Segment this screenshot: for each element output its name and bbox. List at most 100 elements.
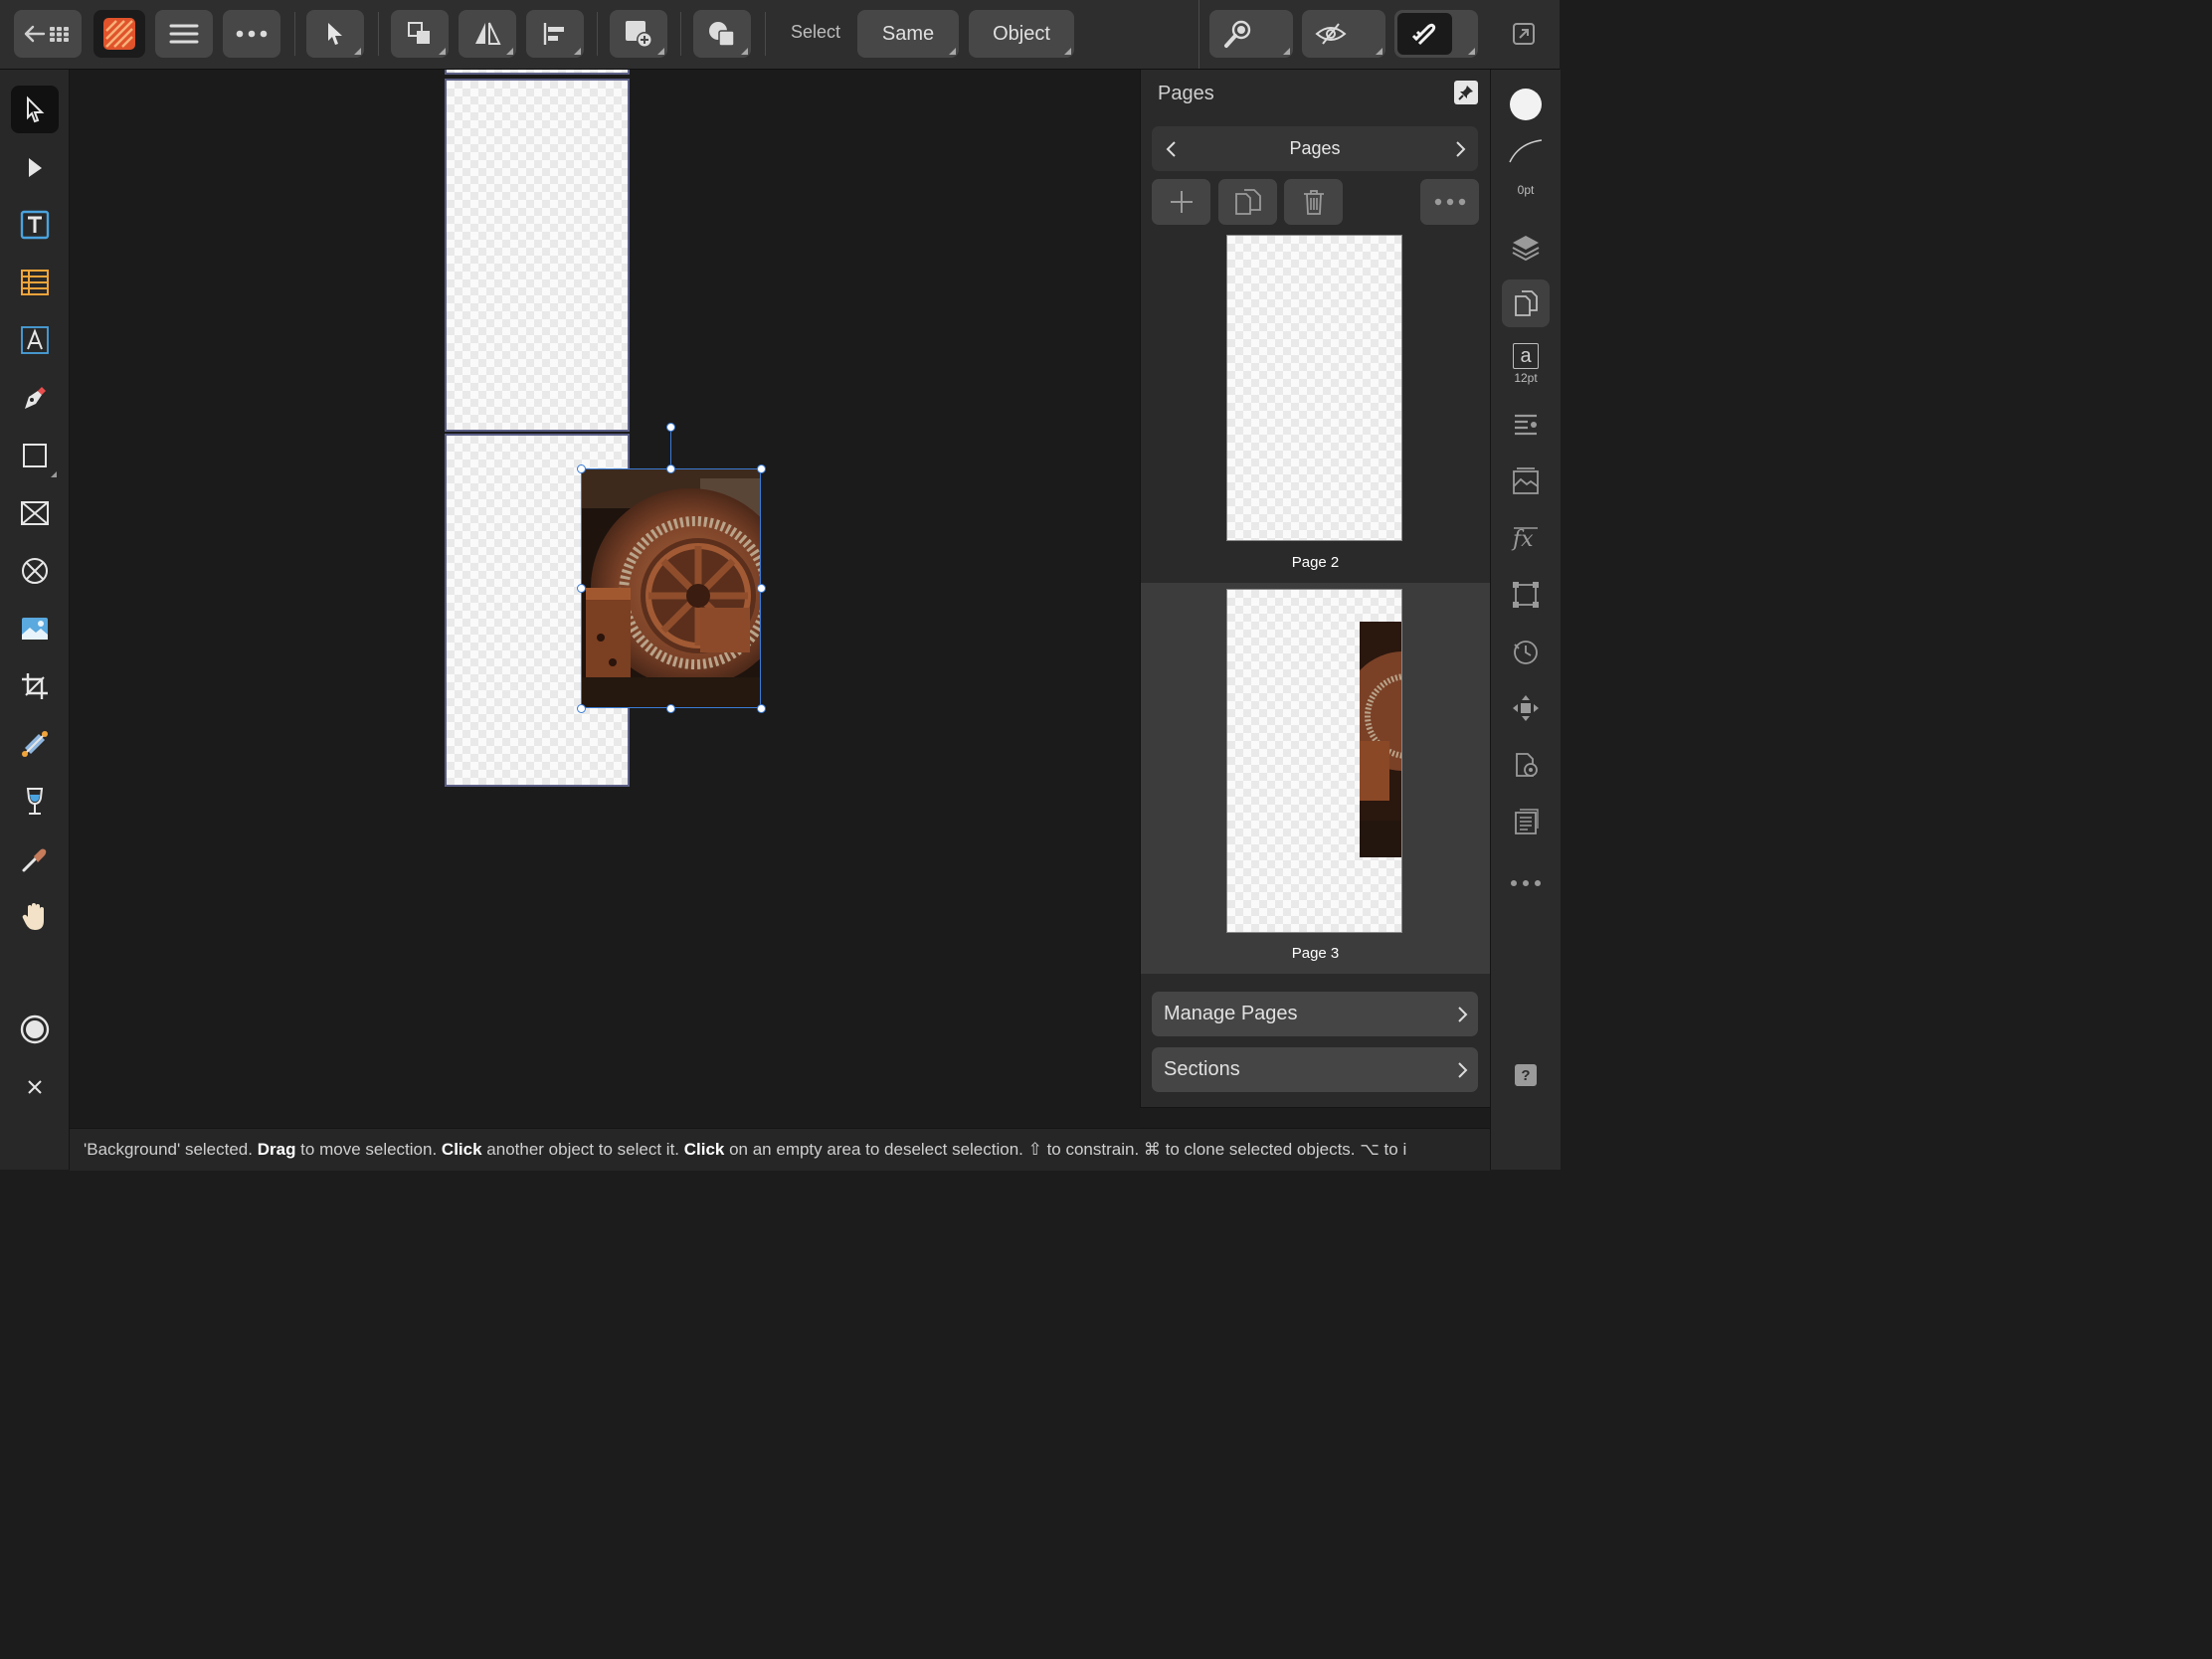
resize-handle-left[interactable] bbox=[577, 584, 586, 593]
vector-crop-tool[interactable] bbox=[11, 662, 59, 710]
artistic-text-tool[interactable] bbox=[11, 316, 59, 364]
document-canvas[interactable] bbox=[70, 70, 1140, 1127]
layers-studio-button[interactable] bbox=[1502, 223, 1550, 271]
transparency-tool[interactable] bbox=[11, 778, 59, 826]
chevron-right-icon[interactable] bbox=[1450, 139, 1470, 159]
rotation-stem bbox=[670, 430, 672, 469]
resize-handle-bottom[interactable] bbox=[666, 704, 675, 713]
rotation-handle[interactable] bbox=[666, 423, 675, 432]
zoom-icon bbox=[1224, 20, 1251, 48]
status-keyword-click: Click bbox=[441, 1140, 482, 1159]
menu-button[interactable] bbox=[155, 10, 213, 58]
snapping-button[interactable] bbox=[1394, 10, 1478, 58]
manage-pages-button[interactable]: Manage Pages bbox=[1152, 992, 1478, 1036]
toolbar-divider bbox=[765, 12, 766, 56]
toolbar-divider bbox=[1198, 0, 1199, 69]
navigator-studio-button[interactable] bbox=[1502, 684, 1550, 732]
color-button[interactable] bbox=[11, 1006, 59, 1053]
view-tool[interactable] bbox=[11, 893, 59, 941]
select-object-button[interactable]: Object bbox=[969, 10, 1074, 58]
move-tool[interactable] bbox=[11, 86, 59, 133]
status-keyword-drag: Drag bbox=[257, 1140, 296, 1159]
page-thumbnail-label: Page 3 bbox=[1291, 945, 1340, 962]
boolean-button[interactable] bbox=[693, 10, 751, 58]
page-2-canvas[interactable] bbox=[445, 79, 630, 432]
flip-button[interactable] bbox=[459, 10, 516, 58]
text-frame-icon bbox=[1515, 809, 1539, 834]
fullscreen-button[interactable] bbox=[1500, 10, 1548, 58]
status-text-1: 'Background' selected. bbox=[84, 1140, 258, 1159]
app-persona-button[interactable] bbox=[93, 10, 145, 58]
more-studios-button[interactable] bbox=[1502, 859, 1550, 907]
place-image-tool[interactable] bbox=[11, 605, 59, 652]
pages-studio-button[interactable] bbox=[1502, 279, 1550, 327]
color-picker-tool[interactable] bbox=[11, 835, 59, 883]
page-1-edge[interactable] bbox=[445, 70, 630, 75]
add-page-button[interactable] bbox=[1152, 179, 1210, 225]
resize-handle-bottom-left[interactable] bbox=[577, 704, 586, 713]
manage-pages-label: Manage Pages bbox=[1164, 1003, 1298, 1024]
resource-manager-button[interactable] bbox=[1502, 741, 1550, 789]
color-wheel-icon bbox=[20, 1014, 50, 1044]
fill-tool[interactable] bbox=[11, 720, 59, 768]
help-button[interactable]: ? bbox=[1502, 1051, 1550, 1099]
image-icon bbox=[22, 618, 48, 640]
thumbnail-image bbox=[1360, 622, 1401, 857]
stroke-button[interactable] bbox=[1502, 131, 1550, 171]
pointer-icon bbox=[27, 95, 45, 123]
move-tool-options-button[interactable] bbox=[306, 10, 364, 58]
page-options-button[interactable] bbox=[1420, 179, 1479, 225]
align-button[interactable] bbox=[526, 10, 584, 58]
text-styles-studio-button[interactable] bbox=[1502, 458, 1550, 505]
sections-button[interactable]: Sections bbox=[1152, 1047, 1478, 1092]
pin-panel-button[interactable] bbox=[1454, 81, 1478, 104]
resize-handle-right[interactable] bbox=[757, 584, 766, 593]
fill-color-swatch[interactable] bbox=[1502, 81, 1550, 128]
effects-studio-button[interactable]: fx bbox=[1502, 514, 1550, 562]
back-arrow-icon bbox=[24, 25, 69, 43]
node-tool[interactable] bbox=[11, 143, 59, 191]
duplicate-page-button[interactable] bbox=[1218, 179, 1277, 225]
picture-frame-icon bbox=[21, 501, 49, 525]
more-options-button[interactable] bbox=[223, 10, 280, 58]
back-to-documents-button[interactable] bbox=[14, 10, 82, 58]
zoom-button[interactable] bbox=[1209, 10, 1293, 58]
rectangle-tool[interactable] bbox=[11, 432, 59, 479]
resize-handle-top[interactable] bbox=[666, 464, 675, 473]
boolean-icon bbox=[709, 22, 735, 47]
paragraph-studio-button[interactable] bbox=[1502, 401, 1550, 449]
menu-icon bbox=[169, 24, 199, 44]
insert-page-icon bbox=[626, 21, 652, 48]
status-text-3: another object to select it. bbox=[481, 1140, 684, 1159]
toolbar-divider bbox=[294, 12, 295, 56]
delete-page-button[interactable] bbox=[1284, 179, 1343, 225]
page-3-thumbnail bbox=[1226, 589, 1402, 933]
resize-handle-top-left[interactable] bbox=[577, 464, 586, 473]
pen-tool[interactable] bbox=[11, 374, 59, 422]
text-frame-studio-button[interactable] bbox=[1502, 798, 1550, 845]
view-mode-button[interactable] bbox=[1302, 10, 1385, 58]
resize-handle-top-right[interactable] bbox=[757, 464, 766, 473]
table-tool[interactable] bbox=[11, 259, 59, 306]
frame-text-tool[interactable] bbox=[11, 201, 59, 249]
node-pointer-icon bbox=[29, 158, 42, 177]
select-same-button[interactable]: Same bbox=[857, 10, 959, 58]
ellipse-frame-tool[interactable] bbox=[11, 547, 59, 595]
insert-page-button[interactable] bbox=[610, 10, 667, 58]
character-studio-button[interactable]: a bbox=[1502, 336, 1550, 376]
eyedropper-icon bbox=[22, 848, 47, 872]
close-context-button[interactable] bbox=[11, 1063, 59, 1111]
app-icon bbox=[103, 18, 135, 50]
resize-handle-bottom-right[interactable] bbox=[757, 704, 766, 713]
history-studio-button[interactable] bbox=[1502, 628, 1550, 675]
arrange-button[interactable] bbox=[391, 10, 449, 58]
more-icon bbox=[1511, 880, 1541, 886]
more-icon bbox=[236, 30, 268, 38]
plus-icon bbox=[1170, 191, 1193, 213]
transform-studio-button[interactable] bbox=[1502, 571, 1550, 619]
page-thumbnail-item-selected[interactable]: Page 3 bbox=[1141, 583, 1490, 974]
pages-panel: Pages Pages Page 2 Page 3 Manage Pages S… bbox=[1140, 70, 1490, 1108]
page-thumbnail-item[interactable]: Page 2 bbox=[1141, 229, 1490, 582]
picture-frame-tool[interactable] bbox=[11, 489, 59, 537]
fullscreen-icon bbox=[1513, 23, 1535, 45]
